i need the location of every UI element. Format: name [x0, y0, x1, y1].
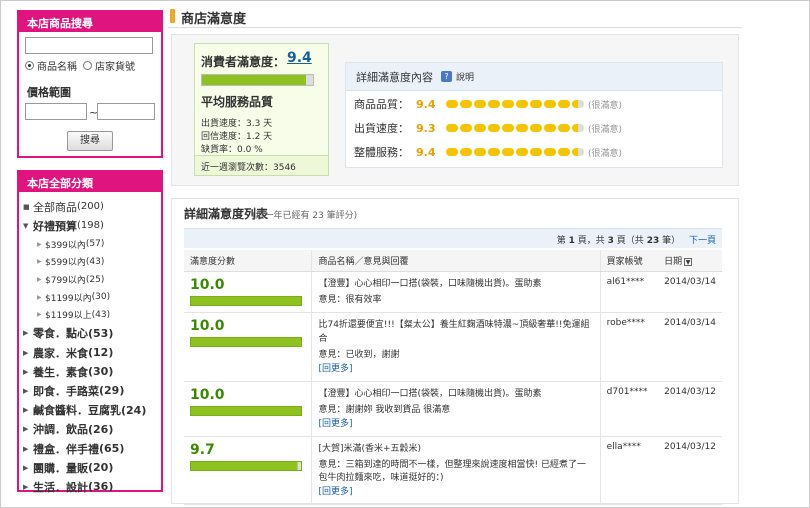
radio-product-name[interactable]: 商品名稱	[25, 58, 77, 73]
category-item[interactable]: ▶ 禮盒．伴手禮 (65)	[23, 439, 161, 458]
store-search-box: 本店商品搜尋 商品名稱 店家貨號 價格範圍 ~ 搜尋	[17, 10, 163, 158]
category-item[interactable]: ▶ 團購．量販 (20)	[23, 458, 161, 477]
category-item[interactable]: ▶ 即食．手路菜 (29)	[23, 381, 161, 400]
header-account: 買家帳號	[600, 250, 659, 272]
category-item[interactable]: ▶ 養生．素食 (30)	[23, 362, 161, 381]
price-min-input[interactable]	[25, 103, 87, 120]
stockout-rate: 缺貨率：0.0 %	[201, 145, 263, 155]
rating-pills	[446, 148, 584, 156]
consumer-satisfaction-bar	[201, 74, 314, 86]
pager: 第 1 頁，共 3 頁（共 23 筆） 下一頁	[184, 228, 722, 248]
product-link[interactable]: [大賀]米滿(香米+五穀米)	[318, 442, 593, 456]
help-link[interactable]: 說明	[456, 70, 474, 83]
category-item[interactable]: ▶ 農家．米食 (12)	[23, 343, 161, 362]
price-range-label: 價格範圍	[27, 86, 71, 99]
triangle-right-icon: ▶	[37, 311, 42, 319]
header-date[interactable]: 日期 ▼	[658, 250, 722, 272]
score-bar	[190, 337, 302, 347]
detail-header: 詳細滿意度內容 ? 說明	[346, 63, 722, 91]
detail-satisfaction-card: 詳細滿意度內容 ? 說明 商品品質： 9.4 (很滿意) 出貨速度： 9.3 (很滿…	[345, 62, 723, 168]
rating-pills	[446, 124, 584, 132]
category-item[interactable]: ▶ 鹹食醬料．豆腐乳 (24)	[23, 401, 161, 420]
radio-checked-icon	[25, 61, 34, 70]
category-item[interactable]: ▼ 好禮預算 (198)	[23, 216, 161, 235]
consumer-satisfaction-card: 消費者滿意度： 9.4 平均服務品質 出貨速度：3.3 天 回信速度：1.2 天…	[194, 43, 329, 176]
reply-speed: 回信速度：1.2 天	[201, 132, 273, 142]
triangle-right-icon: ▶	[23, 482, 29, 491]
product-link[interactable]: 比74折還要便宜!!!【粲太公】養生紅麴酒味特濃~頂級奢華!!免運組合	[318, 318, 593, 346]
product-link[interactable]: 【澄豐】心心相印一口搭(袋裝，口味隨機出貨)。蛋助素	[318, 277, 593, 291]
keyword-input[interactable]	[25, 37, 153, 54]
category-subitem[interactable]: ▶ $599以內 (43)	[23, 253, 161, 271]
consumer-satisfaction-score[interactable]: 9.4	[287, 50, 312, 66]
sort-icon[interactable]: ▼	[684, 258, 693, 266]
more-link[interactable]: [回更多]	[318, 418, 593, 431]
category-item[interactable]: ▶ 生活．設計 (36)	[23, 477, 161, 496]
triangle-right-icon: ▶	[23, 406, 29, 415]
consumer-satisfaction-fill	[202, 75, 307, 85]
review-list-subtitle: (近一年已經有 23 筆評分)	[252, 211, 358, 221]
score-bar	[190, 296, 302, 306]
title-flag-icon	[170, 9, 175, 23]
triangle-right-icon: ▶	[23, 463, 29, 472]
radio-unchecked-icon	[83, 61, 92, 70]
category-item[interactable]: ▶ 沖調．飲品 (26)	[23, 420, 161, 439]
detail-row-quality: 商品品質： 9.4 (很滿意)	[354, 97, 623, 112]
next-page-link[interactable]: 下一頁	[689, 236, 716, 246]
triangle-right-icon: ▶	[23, 386, 29, 395]
detail-title: 詳細滿意度內容	[356, 70, 433, 84]
category-box: 本店全部分類 ■ 全部商品 (200) ▼ 好禮預算 (198) ▶ $399以內 (57)…	[17, 170, 163, 494]
category-subitem[interactable]: ▶ $399以內 (57)	[23, 235, 161, 253]
header-content: 商品名稱／意見與回覆	[311, 250, 601, 272]
triangle-right-icon: ▶	[37, 258, 42, 266]
triangle-right-icon: ▶	[23, 425, 29, 434]
ship-speed: 出貨速度：3.3 天	[201, 119, 273, 129]
category-item[interactable]: ■ 全部商品 (200)	[23, 197, 161, 216]
header-score: 滿意度分數	[184, 250, 312, 272]
weekly-visits: 近一週瀏覽次數：3546	[195, 155, 328, 175]
review-table: 滿意度分數 商品名稱／意見與回覆 買家帳號 日期 ▼ 10.0 【澄豐】心心相印一…	[184, 250, 722, 505]
bullet-icon: ■	[23, 202, 30, 211]
category-list: ■ 全部商品 (200) ▼ 好禮預算 (198) ▶ $399以內 (57) ▶ $599以…	[19, 192, 161, 497]
triangle-right-icon: ▶	[23, 348, 29, 357]
table-row: 10.0 比74折還要便宜!!!【粲太公】養生紅麴酒味特濃~頂級奢華!!免運組合…	[184, 312, 722, 382]
category-title: 本店全部分類	[19, 172, 161, 192]
table-row: 9.7 [大賀]米滿(香米+五穀米) 意見：三箱到達的時間不一樣，但整理來說速度相…	[184, 436, 722, 505]
search-button[interactable]: 搜尋	[67, 131, 113, 151]
table-row: 10.0 【澄豐】心心相印一口搭(袋裝，口味隨機出貨)。蛋助素 意見：很有效率 a…	[184, 271, 722, 313]
triangle-right-icon: ▶	[37, 293, 42, 301]
triangle-right-icon: ▶	[23, 444, 29, 453]
table-row: 10.0 【澄豐】心心相印一口搭(袋裝，口味隨機出貨)。蛋助素 意見：謝謝妳 我收…	[184, 381, 722, 437]
category-item[interactable]: ▶ 零食．點心 (53)	[23, 324, 161, 343]
consumer-satisfaction-label: 消費者滿意度：	[201, 55, 286, 69]
category-subitem[interactable]: ▶ $799以內 (25)	[23, 271, 161, 289]
product-link[interactable]: 【澄豐】心心相印一口搭(袋裝，口味隨機出貨)。蛋助素	[318, 387, 593, 401]
service-quality-title: 平均服務品質	[201, 95, 274, 109]
more-link[interactable]: [回更多]	[318, 486, 593, 499]
category-subitem[interactable]: ▶ $1199以上 (43)	[23, 306, 161, 324]
price-max-input[interactable]	[97, 103, 155, 120]
category-subitem[interactable]: ▶ $1199以內 (30)	[23, 288, 161, 306]
more-link[interactable]: [回更多]	[318, 363, 593, 376]
rating-pills	[446, 100, 584, 108]
page-title: 商店滿意度	[181, 12, 247, 27]
score-bar	[190, 461, 302, 471]
triangle-right-icon: ▶	[37, 276, 42, 284]
detail-row-service: 整體服務： 9.4 (很滿意)	[354, 145, 623, 160]
detail-row-shipping: 出貨速度： 9.3 (很滿意)	[354, 121, 623, 136]
radio-store-code[interactable]: 店家貨號	[83, 58, 135, 73]
triangle-right-icon: ▶	[23, 329, 29, 338]
triangle-right-icon: ▶	[37, 240, 42, 248]
store-search-title: 本店商品搜尋	[19, 12, 161, 32]
page-title-bar: 商店滿意度	[168, 6, 742, 28]
help-icon[interactable]: ?	[441, 71, 452, 82]
triangle-right-icon: ▶	[23, 367, 29, 376]
triangle-down-icon: ▼	[23, 221, 29, 230]
score-bar	[190, 406, 302, 416]
